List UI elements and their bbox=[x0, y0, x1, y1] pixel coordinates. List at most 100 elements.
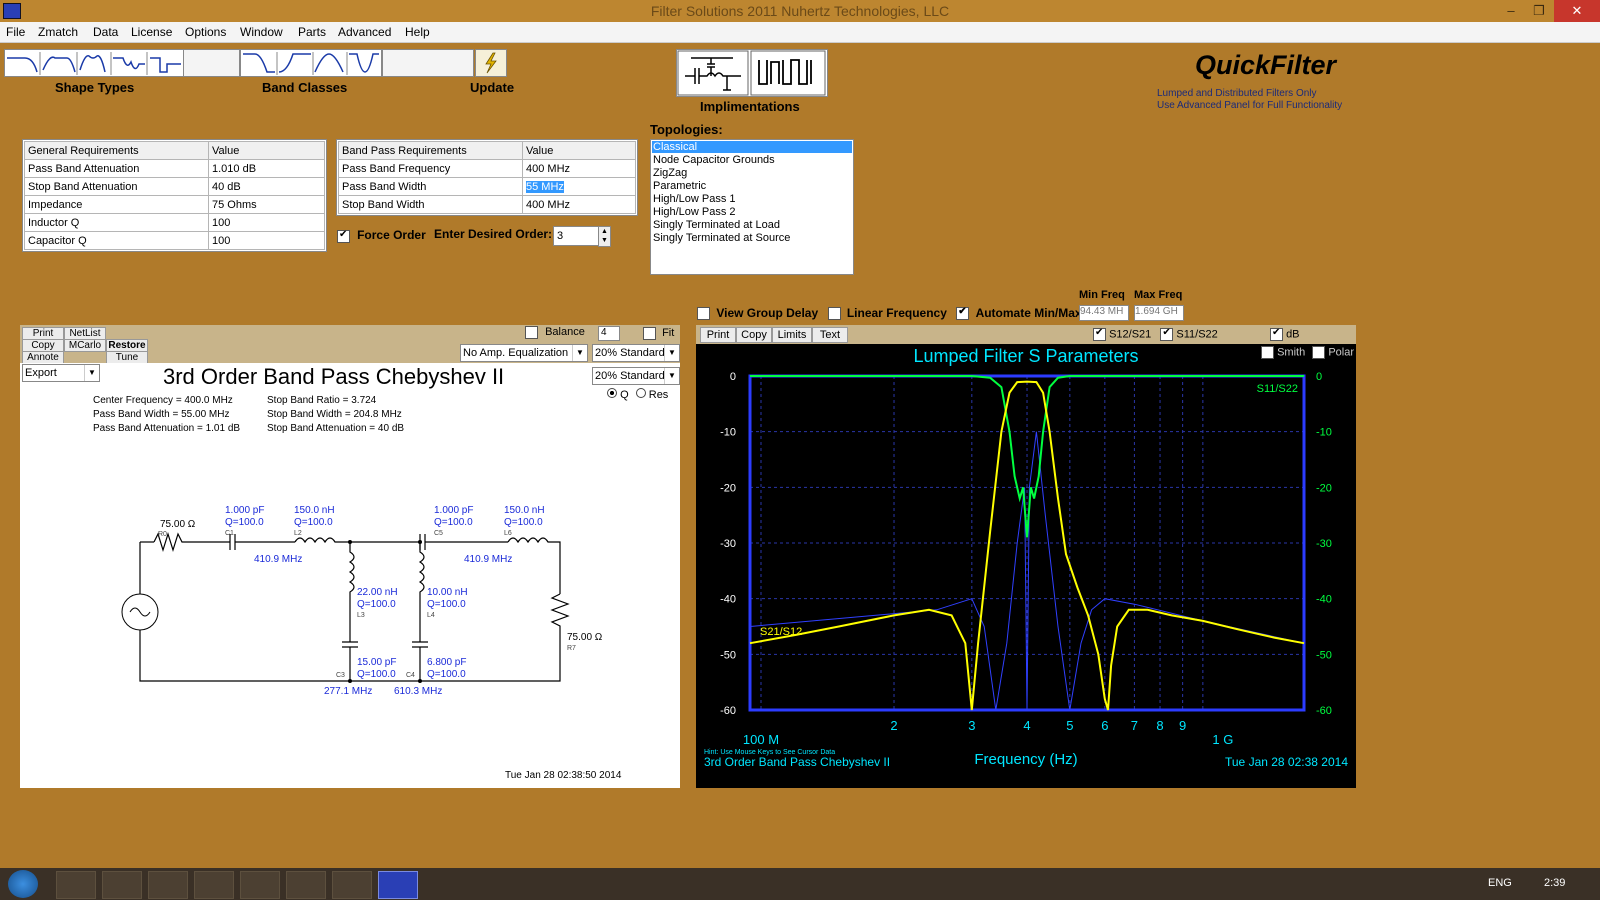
equalization-dropdown[interactable]: No Amp. Equalization ▼ bbox=[460, 344, 588, 362]
tolerance-dropdown-2[interactable]: 20% Standard ▼ bbox=[592, 367, 680, 385]
db-checkbox[interactable] bbox=[1270, 327, 1283, 341]
min-freq-input[interactable]: 94.43 MH bbox=[1079, 305, 1129, 321]
topology-item[interactable]: Singly Terminated at Load bbox=[651, 219, 853, 232]
gr-row-label: Pass Band Attenuation bbox=[24, 159, 209, 178]
gr-row-value[interactable]: 75 Ohms bbox=[208, 195, 325, 214]
mcarlo-button[interactable]: MCarlo bbox=[64, 339, 106, 352]
part-c3-id: C3 bbox=[336, 672, 345, 679]
menu-data[interactable]: Data bbox=[93, 25, 118, 39]
balance-checkbox[interactable] bbox=[525, 326, 538, 339]
s-parameter-chart[interactable]: Lumped Filter S Parameters 0 0 -10 -10 -20 -20… bbox=[696, 344, 1356, 788]
implementation-icons[interactable] bbox=[677, 50, 827, 96]
automate-checkbox[interactable] bbox=[956, 306, 970, 321]
y-tick-label-right: -30 bbox=[1316, 538, 1332, 550]
topology-item[interactable]: Node Capacitor Grounds bbox=[651, 154, 853, 167]
schematic-timestamp: Tue Jan 28 02:38:50 2014 bbox=[505, 770, 622, 781]
limits-button[interactable]: Limits bbox=[772, 327, 812, 343]
part-c5: 1.000 pF Q=100.0 bbox=[434, 505, 473, 529]
language-indicator[interactable]: ENG bbox=[1488, 877, 1512, 889]
x-tick-label: 2 bbox=[890, 718, 897, 733]
max-freq-input[interactable]: 1.694 GH bbox=[1134, 305, 1184, 321]
s11-checkbox[interactable] bbox=[1160, 327, 1174, 341]
fit-row: Fit bbox=[643, 327, 674, 340]
update-button[interactable] bbox=[475, 49, 507, 77]
bp-row-value[interactable]: 400 MHz bbox=[522, 195, 636, 214]
linear-frequency-label: Linear Frequency bbox=[846, 306, 947, 320]
taskbar-app-explorer[interactable] bbox=[286, 871, 326, 899]
text-button[interactable]: Text bbox=[812, 327, 848, 343]
balance-label: Balance bbox=[545, 326, 585, 339]
smith-checkbox[interactable] bbox=[1261, 346, 1274, 359]
menu-options[interactable]: Options bbox=[185, 25, 226, 39]
chevron-down-icon: ▼ bbox=[664, 368, 679, 384]
gr-row-value[interactable]: 100 bbox=[208, 213, 325, 232]
minimize-button[interactable]: – bbox=[1496, 0, 1526, 22]
linear-frequency-checkbox[interactable] bbox=[827, 307, 841, 321]
bp-row-label: Pass Band Frequency bbox=[338, 159, 523, 178]
topology-item[interactable]: Parametric bbox=[651, 180, 853, 193]
band-class-icons[interactable] bbox=[241, 50, 381, 76]
taskbar-app-filter-solutions[interactable] bbox=[378, 871, 418, 899]
y-tick-label-right: -20 bbox=[1316, 482, 1332, 494]
radio-q[interactable] bbox=[607, 388, 617, 398]
taskbar-app-save[interactable] bbox=[56, 871, 96, 899]
gr-row-value[interactable]: 1.010 dB bbox=[208, 159, 325, 178]
shape-type-spare[interactable] bbox=[183, 49, 240, 77]
taskbar-app-x[interactable] bbox=[194, 871, 234, 899]
taskbar-app-chrome[interactable] bbox=[148, 871, 188, 899]
menu-zmatch[interactable]: Zmatch bbox=[38, 25, 78, 39]
tolerance-dropdown-1[interactable]: 20% Standard ▼ bbox=[592, 344, 680, 362]
shape-type-icons[interactable] bbox=[5, 50, 183, 76]
force-order-checkbox[interactable] bbox=[337, 229, 350, 243]
group-delay-checkbox[interactable] bbox=[697, 307, 710, 321]
topology-item[interactable]: Singly Terminated at Source bbox=[651, 232, 853, 245]
taskbar-app-plane[interactable] bbox=[102, 871, 142, 899]
bp-row-value[interactable]: 400 MHz bbox=[522, 159, 636, 178]
y-tick-label-left: -30 bbox=[720, 538, 736, 550]
menu-file[interactable]: File bbox=[6, 25, 25, 39]
y-tick-label-left: 0 bbox=[730, 371, 736, 383]
plot-print-button[interactable]: Print bbox=[700, 327, 736, 343]
s12-checkbox[interactable] bbox=[1093, 327, 1106, 341]
plot-copy-button[interactable]: Copy bbox=[736, 327, 772, 343]
order-input[interactable]: 3 bbox=[553, 226, 602, 246]
fit-checkbox[interactable] bbox=[643, 327, 656, 340]
part-r7-id: R7 bbox=[567, 645, 576, 652]
topology-item[interactable]: High/Low Pass 1 bbox=[651, 193, 853, 206]
export-dropdown[interactable]: Export ▼ bbox=[22, 364, 100, 382]
radio-res[interactable] bbox=[635, 388, 646, 398]
topology-item[interactable]: ZigZag bbox=[651, 167, 853, 180]
menu-parts[interactable]: Parts bbox=[298, 25, 326, 39]
chevron-down-icon: ▼ bbox=[572, 345, 587, 361]
x-axis-label: Frequency (Hz) bbox=[974, 751, 1077, 768]
close-button[interactable]: ✕ bbox=[1554, 0, 1600, 22]
menu-advanced[interactable]: Advanced bbox=[338, 25, 391, 39]
info-line: Center Frequency = 400.0 MHz bbox=[93, 395, 233, 406]
bp-row-value[interactable]: 55 MHz bbox=[522, 177, 636, 196]
taskbar-app-firefox[interactable] bbox=[240, 871, 280, 899]
polar-checkbox[interactable] bbox=[1312, 346, 1326, 359]
band-class-spare[interactable] bbox=[382, 49, 474, 77]
order-spinner[interactable]: ▲ ▼ bbox=[598, 226, 611, 247]
balance-value[interactable]: 4 bbox=[598, 326, 620, 341]
radio-res-label: Res bbox=[648, 389, 669, 401]
menu-help[interactable]: Help bbox=[405, 25, 430, 39]
topology-item[interactable]: High/Low Pass 2 bbox=[651, 206, 853, 219]
start-button[interactable] bbox=[8, 870, 38, 898]
part-l2: 150.0 nH Q=100.0 bbox=[294, 505, 335, 529]
gr-row-label: Capacitor Q bbox=[24, 231, 209, 250]
restore-button[interactable]: ❐ bbox=[1524, 0, 1554, 22]
menu-license[interactable]: License bbox=[131, 25, 172, 39]
menu-window[interactable]: Window bbox=[240, 25, 283, 39]
clock[interactable]: 2:39 bbox=[1544, 877, 1565, 889]
gr-row-value[interactable]: 40 dB bbox=[208, 177, 325, 196]
y-tick-label-left: -10 bbox=[720, 427, 736, 439]
resonance-frequency-3: 610.3 MHz bbox=[394, 686, 443, 697]
lightning-icon bbox=[485, 52, 497, 74]
gr-row-value[interactable]: 100 bbox=[208, 231, 325, 250]
topology-item-selected[interactable]: Classical bbox=[652, 141, 852, 153]
bp-selected-value[interactable]: 55 MHz bbox=[526, 180, 564, 193]
info-line: Stop Band Ratio = 3.724 bbox=[267, 395, 377, 406]
taskbar-app-paint[interactable] bbox=[332, 871, 372, 899]
s11-label: S11/S22 bbox=[1176, 328, 1218, 341]
